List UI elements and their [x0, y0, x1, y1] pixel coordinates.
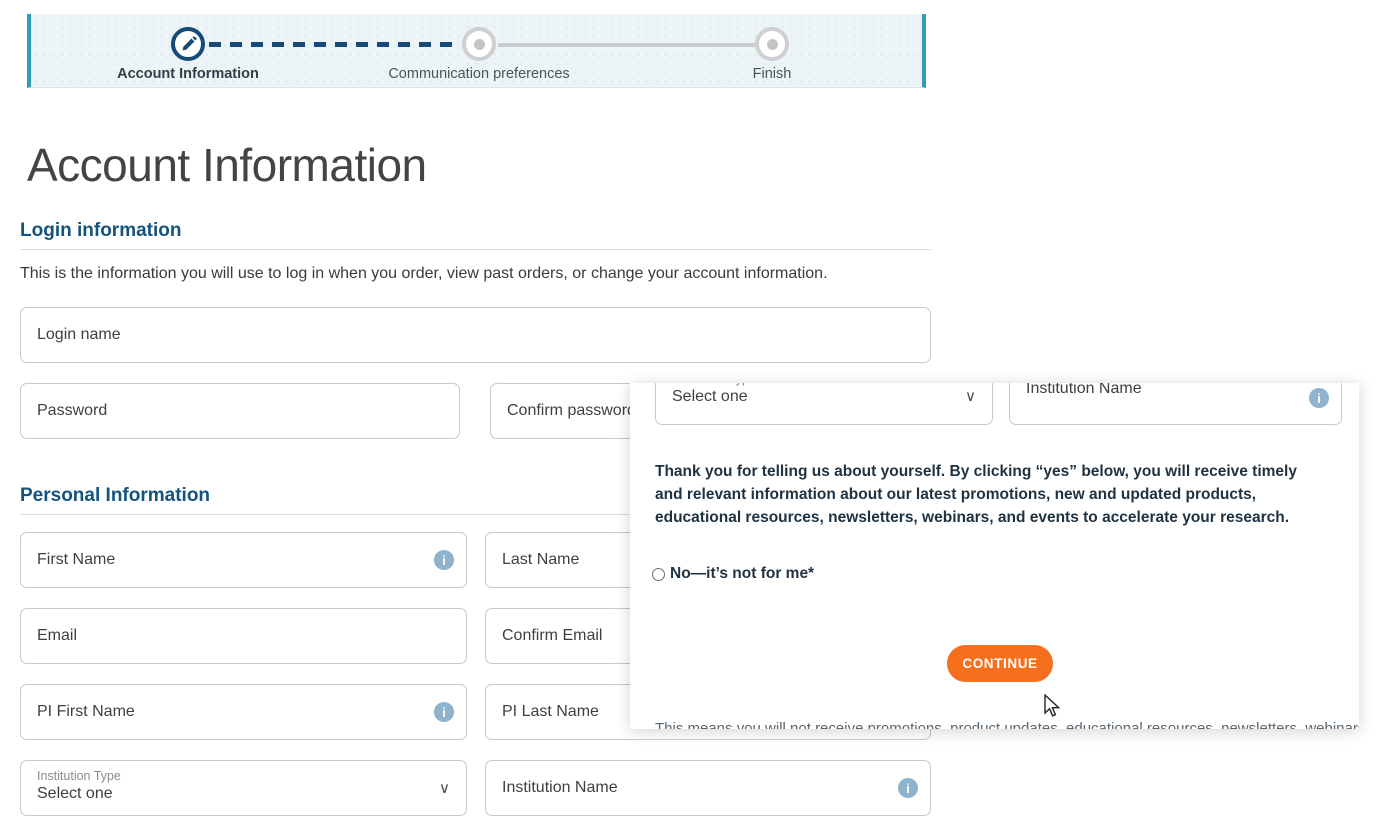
- info-icon[interactable]: i: [1309, 388, 1329, 408]
- pi-first-name-field-wrap: i: [20, 684, 467, 740]
- info-icon[interactable]: i: [434, 702, 454, 722]
- stepper-connector-solid: [498, 43, 755, 47]
- login-name-field-wrap: [20, 307, 931, 363]
- signup-progress-stepper: Account Information Communication prefer…: [27, 14, 926, 88]
- email-field-wrap: [20, 608, 467, 664]
- marketing-consent-message: Thank you for telling us about yourself.…: [655, 461, 1310, 529]
- footnote-clipped-text: This means you will not receive promotio…: [655, 720, 1345, 729]
- login-information-description: This is the information you will use to …: [20, 265, 931, 283]
- step-account-information[interactable]: [171, 27, 205, 61]
- institution-name-field-wrap: i: [485, 760, 931, 816]
- login-name-input[interactable]: [21, 326, 930, 344]
- radio-circle-icon[interactable]: [652, 568, 665, 581]
- password-field-wrap: [20, 383, 460, 439]
- chevron-down-icon: ∨: [439, 779, 450, 797]
- password-input[interactable]: [21, 402, 459, 420]
- step-label-communication-preferences[interactable]: Communication preferences: [388, 66, 569, 82]
- institution-type-select[interactable]: Institution Type Select one ∨: [20, 760, 467, 816]
- pencil-icon: [180, 36, 197, 53]
- step-finish[interactable]: [755, 27, 789, 61]
- email-input[interactable]: [21, 627, 466, 645]
- login-information-heading: Login information: [20, 220, 931, 242]
- communication-preferences-overlay: Institution Type Select one ∨ i Thank yo…: [630, 383, 1359, 729]
- info-icon[interactable]: i: [898, 778, 918, 798]
- step-label-finish[interactable]: Finish: [753, 66, 792, 82]
- step-label-account-information[interactable]: Account Information: [117, 66, 259, 82]
- overlay-institution-name-input[interactable]: [1010, 383, 1341, 398]
- step-dot-icon: [767, 39, 778, 50]
- radio-option-no[interactable]: No—it’s not for me*: [652, 565, 814, 583]
- overlay-institution-name-field-wrap: i: [1009, 383, 1342, 425]
- step-communication-preferences[interactable]: [462, 27, 496, 61]
- first-name-input[interactable]: [21, 551, 466, 569]
- institution-name-input[interactable]: [486, 779, 930, 797]
- institution-type-value: Select one: [37, 785, 450, 803]
- continue-button[interactable]: CONTINUE: [947, 645, 1053, 682]
- overlay-institution-type-select[interactable]: Institution Type Select one ∨: [655, 383, 993, 425]
- info-icon[interactable]: i: [434, 550, 454, 570]
- stepper-connector-dashed: [209, 42, 460, 47]
- step-dot-icon: [474, 39, 485, 50]
- radio-label-no: No—it’s not for me*: [670, 565, 814, 583]
- overlay-institution-type-value: Select one: [672, 388, 976, 406]
- first-name-field-wrap: i: [20, 532, 467, 588]
- mouse-cursor: [1041, 694, 1063, 720]
- page-title: Account Information: [27, 138, 931, 192]
- section-divider: [20, 249, 931, 250]
- overlay-institution-type-label: Institution Type: [672, 383, 976, 386]
- institution-type-label: Institution Type: [37, 769, 450, 783]
- pi-first-name-input[interactable]: [21, 703, 466, 721]
- chevron-down-icon: ∨: [965, 387, 976, 405]
